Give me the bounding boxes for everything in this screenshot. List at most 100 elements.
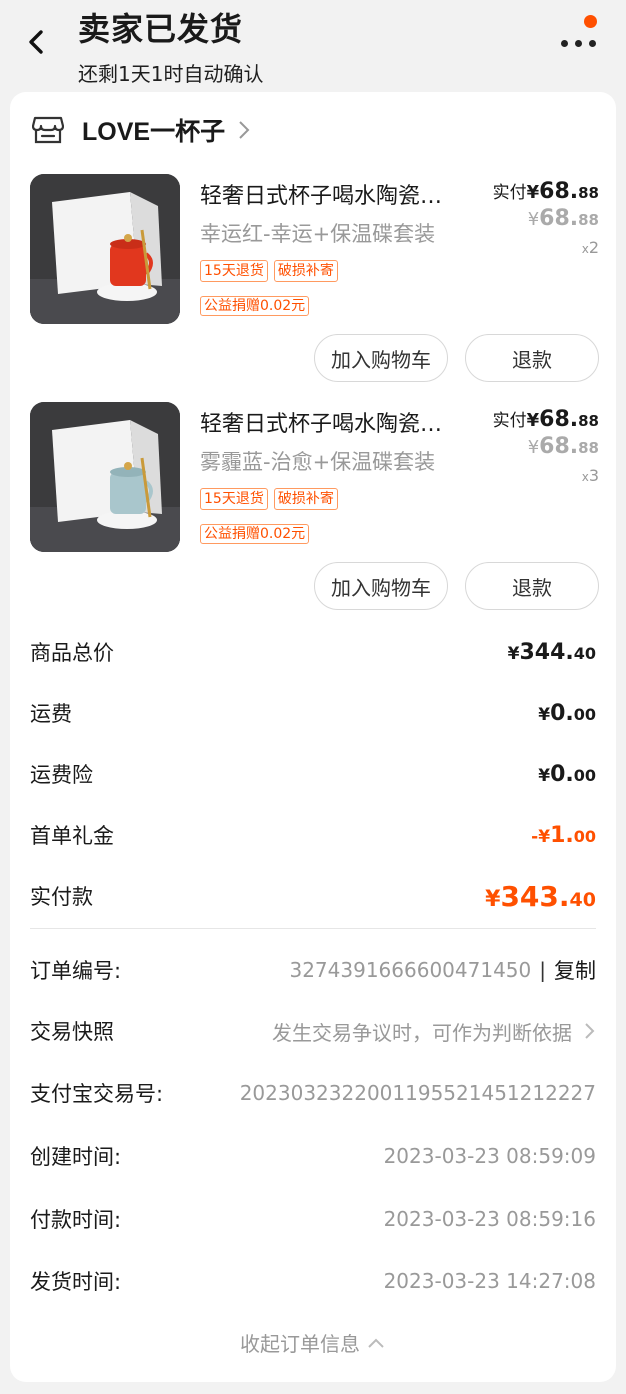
shop-header[interactable]: LOVE一杯子: [32, 110, 251, 150]
orig-int: 68.: [539, 434, 579, 459]
back-button[interactable]: [18, 24, 54, 60]
alipay-number-value: 2023032322001195521451212227: [239, 1081, 596, 1105]
amount-dec: 00: [573, 704, 596, 724]
order-item: 轻奢日式杯子喝水陶瓷… 幸运红-幸运+保温碟套装 15天退货 破损补寄 公益捐赠…: [10, 174, 616, 402]
product-title[interactable]: 轻奢日式杯子喝水陶瓷…: [200, 406, 470, 438]
goods-total-row: 商品总价 ¥344.40: [30, 632, 596, 672]
paid-symbol: ¥: [526, 182, 540, 203]
snapshot-value-wrap: 发生交易争议时，可作为判断依据: [272, 1017, 596, 1046]
order-number-row: 订单编号: 3274391666600471450 | 复制: [30, 950, 596, 990]
divider: [30, 928, 596, 929]
shipping-label: 运费: [30, 702, 72, 726]
quantity: x2: [582, 238, 599, 257]
more-button[interactable]: [556, 15, 606, 60]
tag-damage-resend: 破损补寄: [273, 260, 338, 282]
order-number-value: 3274391666600471450: [289, 958, 532, 982]
product-sku: 雾霾蓝-治愈+保温碟套装: [200, 450, 436, 474]
qty-x: x: [581, 242, 589, 256]
qty-value: 3: [588, 466, 599, 485]
shipping-insurance-value: ¥0.00: [538, 762, 596, 787]
amount-dec: 40: [569, 888, 596, 911]
orig-int: 68.: [539, 206, 579, 231]
created-time-value: 2023-03-23 08:59:09: [383, 1144, 596, 1168]
copy-order-number-button[interactable]: 复制: [554, 955, 596, 985]
add-to-cart-button[interactable]: 加入购物车: [314, 562, 448, 610]
product-cup: [110, 472, 146, 514]
paid-dec: 88: [578, 412, 599, 430]
orig-symbol: ¥: [527, 437, 540, 458]
chevron-right-icon: [239, 121, 250, 139]
charity-tag: 公益捐赠0.02元: [200, 296, 310, 316]
charity-tag-wrap: 公益捐赠0.02元: [200, 295, 310, 316]
order-number-value-wrap: 3274391666600471450 | 复制: [289, 955, 596, 985]
paid-price: 实付¥68.88: [493, 406, 599, 432]
paid-price: 实付¥68.88: [493, 178, 599, 204]
charity-tag: 公益捐赠0.02元: [200, 524, 310, 544]
first-order-gift-label: 首单礼金: [30, 824, 114, 848]
amount-dec: 40: [573, 643, 596, 663]
first-order-gift-row: 首单礼金 -¥1.00: [30, 815, 596, 855]
snapshot-value: 发生交易争议时，可作为判断依据: [272, 1020, 572, 1045]
shop-name: LOVE一杯子: [82, 118, 226, 146]
shipped-time-label: 发货时间:: [30, 1270, 122, 1294]
snapshot-row[interactable]: 交易快照 发生交易争议时，可作为判断依据: [30, 1011, 596, 1051]
shipped-time-value: 2023-03-23 14:27:08: [383, 1269, 596, 1293]
amount-int: 344.: [519, 639, 574, 665]
product-sku: 幸运红-幸运+保温碟套装: [200, 222, 436, 246]
paid-int: 68.: [539, 179, 579, 204]
tag-damage-resend: 破损补寄: [273, 488, 338, 510]
paid-dec: 88: [578, 184, 599, 202]
paid-time-row: 付款时间: 2023-03-23 08:59:16: [30, 1199, 596, 1239]
order-card: LOVE一杯子 轻奢日式杯子喝水陶瓷… 幸运红-幸运+保温碟套装 15天退货 破…: [10, 92, 616, 1382]
paid-int: 68.: [539, 407, 579, 432]
currency-symbol: ¥: [538, 765, 551, 786]
notification-dot: [584, 15, 597, 28]
tag-return: 15天退货: [200, 488, 268, 510]
amount-int: 1.: [550, 822, 574, 848]
paid-time-value: 2023-03-23 08:59:16: [383, 1207, 596, 1231]
tag-return: 15天退货: [200, 260, 268, 282]
collapse-label: 收起订单信息: [240, 1332, 360, 1356]
collapse-order-info-button[interactable]: 收起订单信息: [10, 1328, 616, 1357]
paid-label: 实付: [492, 183, 527, 203]
paid-symbol: ¥: [526, 410, 540, 431]
shipping-row: 运费 ¥0.00: [30, 693, 596, 733]
product-title[interactable]: 轻奢日式杯子喝水陶瓷…: [200, 178, 470, 210]
qty-value: 2: [588, 238, 599, 257]
service-tags: 15天退货 破损补寄: [200, 260, 338, 282]
service-tags: 15天退货 破损补寄: [200, 488, 338, 510]
created-time-label: 创建时间:: [30, 1145, 122, 1169]
amount-int: 0.: [550, 761, 574, 787]
order-item: 轻奢日式杯子喝水陶瓷… 雾霾蓝-治愈+保温碟套装 15天退货 破损补寄 公益捐赠…: [10, 402, 616, 630]
shipping-insurance-label: 运费险: [30, 763, 93, 787]
qty-x: x: [581, 470, 589, 484]
copy-separator: |: [539, 958, 546, 982]
shipping-value: ¥0.00: [538, 701, 596, 726]
alipay-number-row: 支付宝交易号: 2023032322001195521451212227: [30, 1073, 596, 1113]
header: 卖家已发货 还剩1天1时自动确认: [0, 0, 626, 90]
paid-time-label: 付款时间:: [30, 1208, 122, 1232]
product-cup: [110, 244, 146, 286]
amount-dec: 00: [573, 765, 596, 785]
more-icon-dot: [589, 40, 596, 47]
amount-dec: 00: [573, 826, 596, 846]
product-image[interactable]: [30, 402, 180, 552]
charity-tag-wrap: 公益捐赠0.02元: [200, 523, 310, 544]
currency-symbol: ¥: [507, 643, 520, 664]
order-detail-page: 卖家已发货 还剩1天1时自动确认 LOVE一杯子 轻奢日式杯子喝水陶瓷… 幸运红…: [0, 0, 626, 1394]
add-to-cart-button[interactable]: 加入购物车: [314, 334, 448, 382]
goods-total-value: ¥344.40: [508, 640, 596, 665]
goods-total-label: 商品总价: [30, 641, 114, 665]
orig-dec: 88: [578, 211, 599, 229]
product-photo-cup-blue: [30, 402, 180, 552]
currency-symbol: ¥: [485, 886, 501, 912]
first-order-gift-value: -¥1.00: [531, 823, 596, 848]
paid-total-label: 实付款: [30, 885, 93, 909]
currency-symbol: ¥: [538, 704, 551, 725]
refund-button[interactable]: 退款: [465, 334, 599, 382]
page-title: 卖家已发货: [78, 10, 244, 48]
product-image[interactable]: [30, 174, 180, 324]
refund-button[interactable]: 退款: [465, 562, 599, 610]
orig-symbol: ¥: [527, 209, 540, 230]
created-time-row: 创建时间: 2023-03-23 08:59:09: [30, 1136, 596, 1176]
